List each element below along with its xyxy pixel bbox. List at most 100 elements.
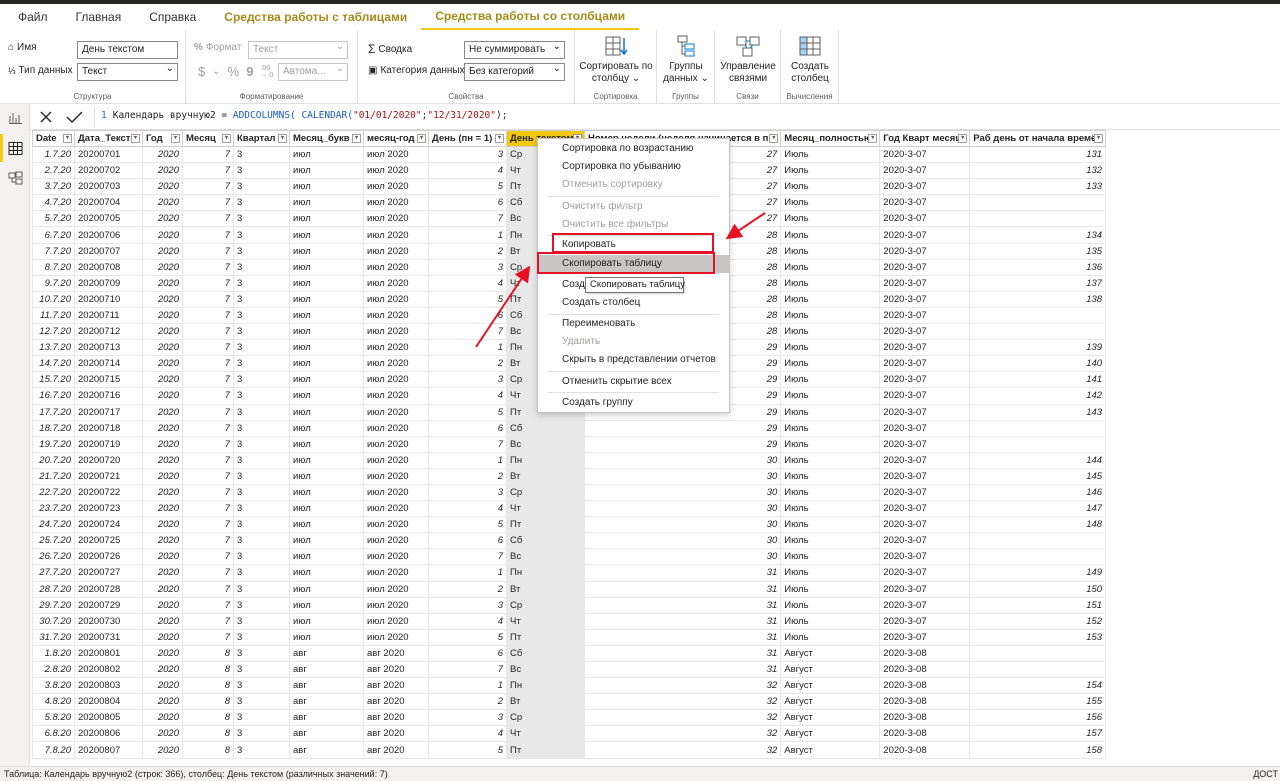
table-cell: 4	[428, 500, 507, 518]
tag-icon: ⌂	[8, 42, 15, 53]
new-column-button[interactable]: Создать столбец	[781, 32, 839, 85]
table-row[interactable]: 27.7.20 20200727 2020 7 3 июл июл 2020 1 Пн 31 Июл…	[32, 564, 1107, 582]
commit-formula-icon[interactable]	[64, 107, 84, 127]
filter-dropdown-icon[interactable]: ▾	[868, 134, 878, 143]
tab-column-tools[interactable]: Средства работы со столбцами	[421, 4, 640, 30]
table-cell: 20200713	[74, 339, 143, 357]
table-row[interactable]: 25.7.20 20200725 2020 7 3 июл июл 2020 6 Сб 30 Июл…	[32, 532, 1107, 550]
table-row[interactable]: 2.8.20 20200802 2020 8 3 авг авг 2020 7 Вс 31 Авгу…	[32, 660, 1107, 679]
currency-dropdown[interactable]: ⌄	[212, 66, 220, 77]
menu-unhide-all[interactable]: Отменить скрытие всех	[538, 373, 729, 391]
filter-dropdown-icon[interactable]: ▾	[495, 134, 504, 143]
tab-file[interactable]: Файл	[0, 4, 62, 30]
table-row[interactable]: 7.8.20 20200807 2020 8 3 авг авг 2020 5 Пт 32 Авгу…	[32, 741, 1107, 759]
table-cell: 20200807	[74, 741, 143, 759]
table-row[interactable]: 18.7.20 20200718 2020 7 3 июл июл 2020 6 Сб 29 Июл…	[32, 419, 1107, 437]
percent-button[interactable]: %	[228, 64, 240, 79]
column-header[interactable]: Date ▾	[32, 130, 75, 147]
table-cell: 2020-3-07	[879, 467, 971, 485]
column-header[interactable]: Раб день от начала времён ▾	[969, 130, 1107, 147]
manage-relationships-button[interactable]: Управление связями	[715, 32, 781, 85]
table-row[interactable]: 29.7.20 20200729 2020 7 3 июл июл 2020 3 Ср 31 Июл…	[32, 596, 1107, 614]
data-groups-button[interactable]: Группы данных ⌄	[657, 32, 715, 85]
sort-by-column-button[interactable]: Сортировать по столбцу ⌄	[575, 32, 657, 85]
filter-dropdown-icon[interactable]: ▾	[769, 134, 779, 143]
table-cell: Ср	[506, 596, 585, 614]
menu-sort-desc[interactable]: Сортировка по убыванию	[538, 158, 729, 176]
table-row[interactable]: 30.7.20 20200730 2020 7 3 июл июл 2020 4 Чт 31 Июл…	[32, 612, 1107, 630]
menu-new-group[interactable]: Создать группу	[538, 394, 729, 412]
table-row[interactable]: 21.7.20 20200721 2020 7 3 июл июл 2020 2 Вт 30 Июл…	[32, 467, 1107, 485]
table-cell: Июль	[780, 258, 881, 276]
format-select[interactable]: Текст	[248, 41, 348, 59]
table-row[interactable]: 6.8.20 20200806 2020 8 3 авг авг 2020 4 Чт 32 Авгу…	[32, 725, 1107, 743]
menu-sort-cancel[interactable]: Отменить сортировку	[538, 176, 729, 194]
cancel-formula-icon[interactable]	[36, 107, 56, 127]
table-row[interactable]: 23.7.20 20200723 2020 7 3 июл июл 2020 4 Чт 30 Июл…	[32, 500, 1107, 518]
filter-dropdown-icon[interactable]: ▾	[63, 134, 72, 143]
menu-rename[interactable]: Переименовать	[538, 315, 729, 333]
table-row[interactable]: 28.7.20 20200728 2020 7 3 июл июл 2020 2 Вт 31 Июл…	[32, 580, 1107, 598]
table-cell: 29	[583, 435, 782, 453]
table-row[interactable]: 4.8.20 20200804 2020 8 3 авг авг 2020 2 Вт 32 Авгу…	[32, 693, 1107, 711]
tab-home[interactable]: Главная	[62, 4, 136, 30]
column-header[interactable]: Год Кварт месяц ▾	[879, 130, 971, 147]
filter-dropdown-icon[interactable]: ▾	[278, 134, 287, 143]
tab-help[interactable]: Справка	[135, 4, 210, 30]
table-row[interactable]: 20.7.20 20200720 2020 7 3 июл июл 2020 1 Пн 30 Июл…	[32, 451, 1107, 469]
table-cell: 2020-3-07	[879, 274, 971, 292]
data-type-select[interactable]: Текст	[77, 63, 178, 81]
column-header[interactable]: Месяц ▾	[182, 130, 234, 147]
column-header[interactable]: День (пн = 1) ▾	[428, 130, 507, 147]
report-view-icon[interactable]	[8, 110, 23, 125]
table-row[interactable]: 1.8.20 20200801 2020 8 3 авг авг 2020 6 Сб 31 Авгу…	[32, 644, 1107, 663]
menu-clear-filter[interactable]: Очистить фильтр	[538, 198, 729, 216]
table-cell: Июль	[780, 194, 881, 212]
table-row[interactable]: 24.7.20 20200724 2020 7 3 июл июл 2020 5 Пт 30 Июл…	[32, 516, 1107, 534]
filter-dropdown-icon[interactable]: ▾	[222, 134, 231, 143]
category-select[interactable]: Без категорий	[464, 63, 565, 81]
data-view-icon[interactable]	[8, 141, 23, 156]
filter-dropdown-icon[interactable]: ▾	[131, 134, 140, 143]
table-cell: 20200726	[74, 548, 143, 566]
table-row[interactable]: 26.7.20 20200726 2020 7 3 июл июл 2020 7 Вс 30 Июл…	[32, 548, 1107, 566]
filter-dropdown-icon[interactable]: ▾	[352, 134, 361, 143]
data-groups-icon	[677, 35, 695, 57]
column-header[interactable]: Месяц_полностью ▾	[780, 130, 881, 147]
table-cell: 3	[233, 628, 290, 646]
filter-dropdown-icon[interactable]: ▾	[1094, 134, 1104, 143]
table-row[interactable]: 22.7.20 20200722 2020 7 3 июл июл 2020 3 Ср 30 Июл…	[32, 483, 1107, 502]
filter-dropdown-icon[interactable]: ▾	[417, 134, 426, 143]
column-header[interactable]: Квартал ▾	[233, 130, 290, 147]
table-cell: авг	[289, 741, 364, 759]
tab-table-tools[interactable]: Средства работы с таблицами	[210, 4, 421, 30]
menu-hide-in-report[interactable]: Скрыть в представлении отчетов	[538, 351, 729, 369]
table-row[interactable]: 3.8.20 20200803 2020 8 3 авг авг 2020 1 Пн 32 Авгу…	[32, 677, 1107, 695]
table-cell: 31	[583, 644, 782, 663]
menu-delete[interactable]: Удалить	[538, 333, 729, 351]
model-view-icon[interactable]	[8, 171, 23, 186]
table-cell: 2020	[142, 596, 183, 614]
table-cell: авг 2020	[363, 725, 429, 743]
relationships-icon	[736, 36, 760, 57]
column-header[interactable]: Дата_Текст ▾	[74, 130, 143, 147]
menu-clear-all-filters[interactable]: Очистить все фильтры	[538, 216, 729, 234]
currency-button[interactable]: $	[198, 64, 205, 79]
filter-dropdown-icon[interactable]: ▾	[171, 134, 180, 143]
summary-select[interactable]: Не суммировать	[464, 41, 565, 59]
column-header[interactable]: Год ▾	[142, 130, 183, 147]
table-row[interactable]: 31.7.20 20200731 2020 7 3 июл июл 2020 5 Пт 31 Июл…	[32, 628, 1107, 646]
name-input[interactable]: День текстом	[77, 41, 178, 59]
menu-new-column[interactable]: Создать столбец	[538, 294, 729, 312]
column-header[interactable]: Месяц_букв ▾	[289, 130, 364, 147]
decimals-input[interactable]: Автома...	[278, 63, 348, 81]
table-row[interactable]: 5.8.20 20200805 2020 8 3 авг авг 2020 3 Ср 32 Авгу…	[32, 709, 1107, 727]
column-header[interactable]: месяц-год ▾	[363, 130, 429, 147]
decimal-button[interactable]: .00 →.0	[260, 65, 273, 79]
table-row[interactable]: 19.7.20 20200719 2020 7 3 июл июл 2020 7 Вс 29 Июл…	[32, 435, 1107, 453]
formula-input[interactable]: 1 Календарь вручную2 = ADDCOLUMNS( CALEND…	[94, 106, 1280, 128]
summary-label: Сводка	[378, 43, 413, 55]
comma-button[interactable]: 9	[246, 64, 253, 79]
menu-sort-asc[interactable]: Сортировка по возрастанию	[538, 140, 729, 158]
filter-dropdown-icon[interactable]: ▾	[958, 134, 968, 143]
